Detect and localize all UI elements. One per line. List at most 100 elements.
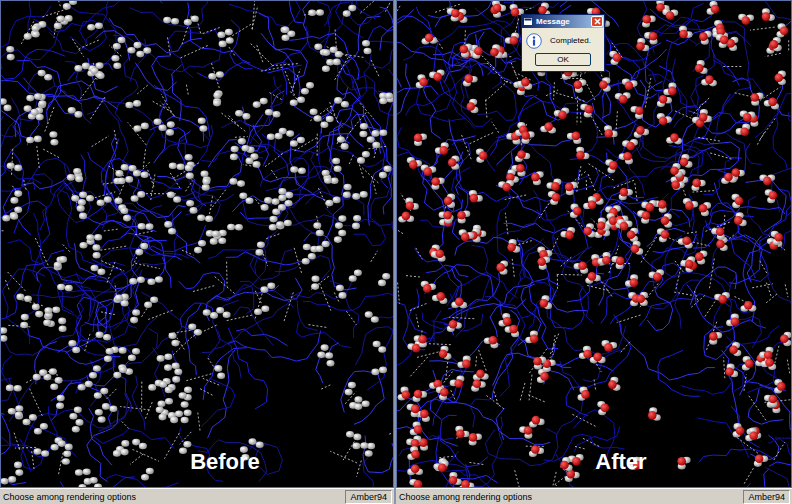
bond-chain	[109, 18, 202, 53]
water-molecule	[169, 163, 185, 171]
hydrogen-bond	[330, 451, 357, 463]
hydrogen-bond	[229, 47, 235, 56]
hydrogen-atom	[132, 439, 140, 446]
hydrogen-atom	[131, 195, 139, 202]
water-molecule	[130, 309, 140, 323]
hydrogen-bond	[62, 244, 70, 252]
hydrogen-atom	[314, 115, 322, 122]
water-molecule	[333, 51, 343, 65]
bond-chain	[448, 42, 476, 71]
water-molecule	[334, 230, 346, 243]
molecule-canvas[interactable]	[1, 1, 393, 488]
hydrogen-bond	[266, 233, 280, 238]
hydrogen-atom	[94, 483, 102, 488]
water-molecule	[322, 59, 334, 72]
bond-chain	[669, 106, 749, 125]
hydrogen-bond	[173, 163, 199, 179]
bond-chain	[316, 343, 339, 383]
water-molecule	[278, 188, 293, 198]
water-molecule	[267, 133, 283, 140]
water-molecule	[15, 405, 23, 419]
hydrogen-bond	[271, 170, 278, 180]
hydrogen-bond	[252, 1, 255, 30]
water-molecule	[26, 136, 42, 144]
water-molecule	[725, 364, 738, 378]
bond-chain	[420, 167, 470, 227]
bond-chain	[242, 85, 282, 163]
hydrogen-atom	[338, 230, 346, 237]
hydrogen-atom	[31, 109, 39, 116]
bond-chain	[722, 350, 739, 425]
hydrogen-atom	[181, 401, 189, 408]
oxygen-atom	[780, 27, 789, 36]
hydrogen-atom	[23, 419, 31, 426]
hydrogen-atom	[285, 200, 293, 207]
hydrogen-atom	[197, 215, 205, 222]
hydrogen-bond	[226, 262, 228, 287]
hydrogen-bonds	[1, 1, 393, 477]
hydrogen-atom	[1, 98, 7, 105]
hydrogen-atom	[286, 130, 294, 137]
hydrogen-atom	[382, 273, 390, 280]
water-molecule	[615, 92, 631, 103]
hydrogen-atom	[26, 95, 34, 102]
bond-chain	[423, 149, 463, 212]
oxygen-atom	[440, 146, 449, 155]
hydrogen-atom	[348, 382, 356, 389]
water-molecule	[96, 331, 112, 340]
molecule-canvas[interactable]	[397, 1, 791, 488]
bond-chain	[618, 80, 643, 151]
hydrogen-atom	[57, 284, 65, 291]
water-molecule	[302, 253, 316, 265]
bond-chain	[240, 281, 293, 307]
hydrogen-atom	[225, 29, 233, 36]
bond-chain	[96, 279, 142, 328]
bond-chain	[713, 61, 778, 138]
hydrogen-bond	[37, 146, 40, 169]
hydrogen-atom	[159, 381, 167, 388]
bond-chain	[397, 127, 436, 190]
hydrogen-atom	[113, 43, 121, 50]
hydrogen-atom	[63, 3, 71, 10]
molecule-view[interactable]: Before	[0, 0, 394, 488]
hydrogen-atom	[14, 462, 22, 469]
hydrogen-atom	[354, 403, 362, 410]
hydrogen-atom	[337, 136, 345, 143]
hydrogen-atom	[135, 249, 143, 256]
hydrogen-atom	[333, 197, 341, 204]
water-molecule	[337, 136, 349, 150]
hydrogen-bond	[134, 231, 153, 235]
water-molecule	[186, 200, 197, 214]
bond-chain	[31, 260, 139, 299]
hydrogen-bond	[186, 373, 213, 380]
hydrogen-atom	[7, 162, 15, 169]
bond-chain	[652, 200, 698, 288]
hydrogen-atom	[157, 355, 165, 362]
hydrogen-bond	[723, 66, 742, 67]
hydrogen-atom	[246, 158, 254, 165]
hydrogen-atom	[186, 200, 194, 207]
hydrogen-atom	[308, 10, 316, 17]
water-molecule	[74, 63, 89, 72]
water-molecule	[24, 105, 39, 115]
water-molecule	[444, 194, 455, 208]
hydrogen-atom	[79, 192, 87, 199]
viewer-pane: AfterChoose among rendering optionsAmber…	[396, 0, 792, 504]
molecule-view[interactable]: After	[396, 0, 792, 488]
water-molecule	[460, 44, 473, 58]
hydrogen-bond	[32, 451, 34, 469]
bond-chain	[697, 483, 750, 488]
water-molecule	[548, 191, 560, 205]
bond-chain	[441, 415, 488, 467]
water-molecule	[75, 469, 91, 476]
hydrogen-atom	[272, 209, 280, 216]
water-molecule	[197, 215, 213, 223]
bond-chain	[228, 331, 321, 362]
water-molecule	[431, 249, 446, 261]
hydrogen-bond	[706, 322, 717, 352]
water-molecule	[144, 297, 158, 309]
water-molecule	[745, 428, 758, 442]
bond-chain	[183, 142, 202, 215]
bond-chain	[545, 181, 581, 276]
water-molecule	[490, 44, 503, 58]
